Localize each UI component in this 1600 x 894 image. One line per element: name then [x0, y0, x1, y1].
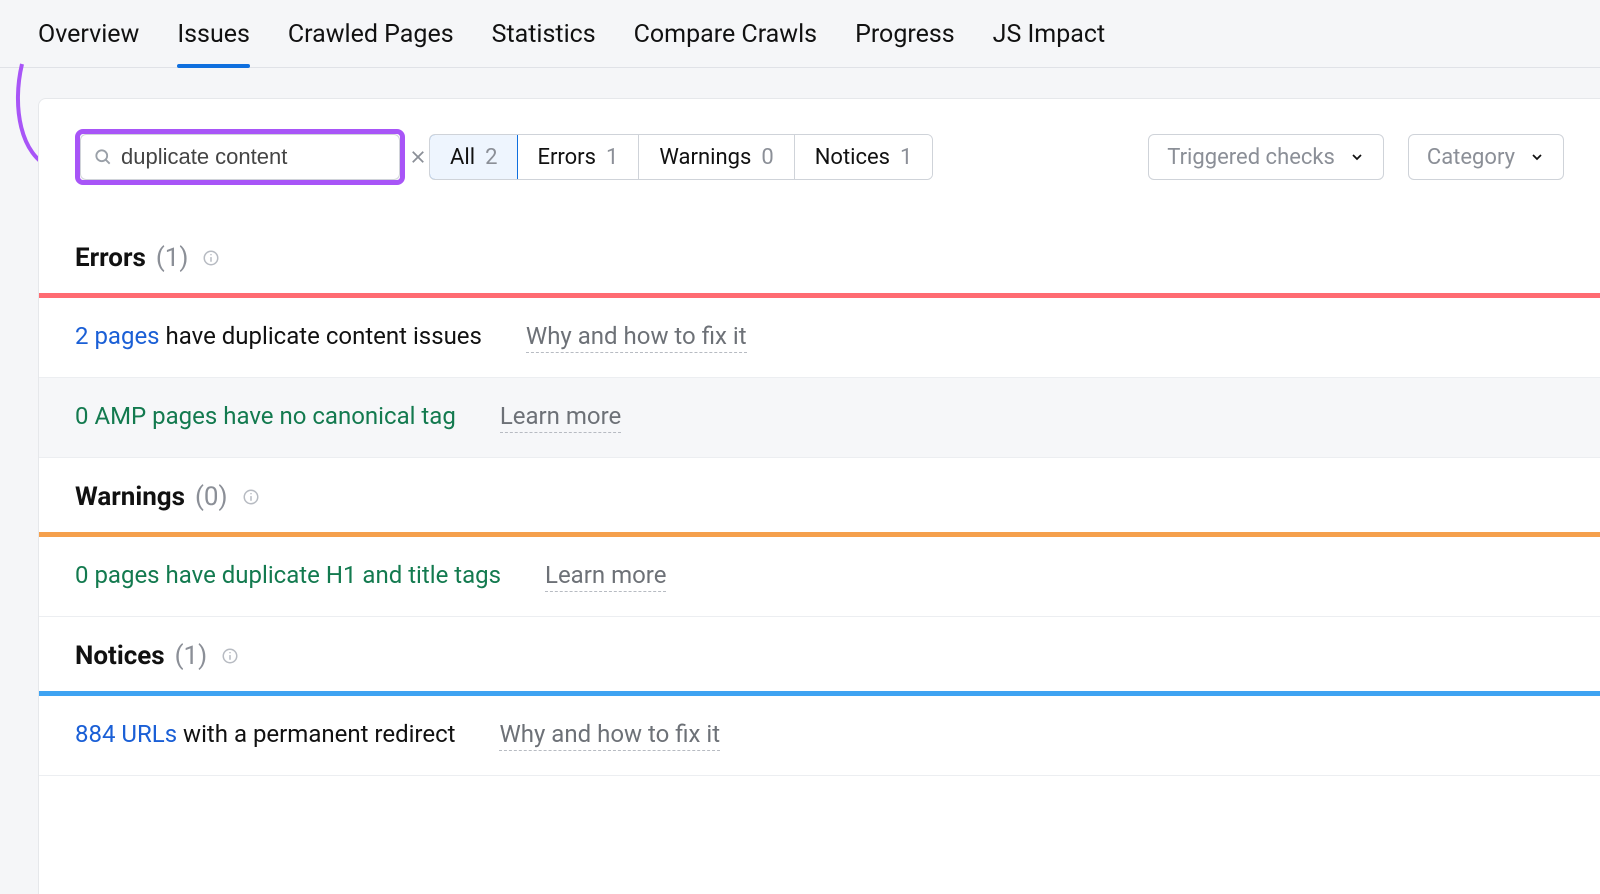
info-icon[interactable] [242, 488, 260, 506]
tab-statistics[interactable]: Statistics [492, 20, 596, 67]
section-title: Notices [75, 641, 165, 671]
issue-text: 2 pages have duplicate content issues [75, 322, 482, 350]
help-link[interactable]: Why and how to fix it [526, 322, 747, 353]
issue-text: 0 AMP pages have no canonical tag [75, 402, 456, 430]
dropdown-label: Category [1427, 145, 1515, 170]
issue-text: 0 pages have duplicate H1 and title tags [75, 561, 501, 589]
issue-row: 884 URLs with a permanent redirect Why a… [39, 696, 1600, 776]
dropdown-triggered-checks[interactable]: Triggered checks [1148, 134, 1384, 180]
tab-overview[interactable]: Overview [38, 20, 139, 67]
help-link[interactable]: Learn more [545, 561, 666, 592]
filter-count: 1 [606, 145, 618, 170]
issue-row: 0 AMP pages have no canonical tag Learn … [39, 378, 1600, 458]
issue-row: 2 pages have duplicate content issues Wh… [39, 298, 1600, 378]
filter-label: Errors [537, 145, 596, 170]
filter-label: All [450, 145, 475, 170]
issue-link: 0 pages have duplicate H1 and title tags [75, 561, 501, 589]
filter-errors[interactable]: Errors 1 [517, 135, 639, 179]
filter-pills: All 2 Errors 1 Warnings 0 Notices 1 [429, 134, 933, 180]
section-title: Errors [75, 243, 146, 273]
filter-notices[interactable]: Notices 1 [795, 135, 933, 179]
issues-panel: All 2 Errors 1 Warnings 0 Notices 1 [38, 98, 1600, 894]
section-header-errors: Errors (1) [39, 219, 1600, 293]
search-input[interactable] [121, 144, 409, 170]
issue-rest: have duplicate content issues [160, 322, 482, 350]
section-header-warnings: Warnings (0) [39, 458, 1600, 532]
search-box[interactable] [80, 134, 400, 180]
chevron-down-icon [1529, 149, 1545, 165]
section-count: (1) [156, 243, 189, 273]
issue-text: 884 URLs with a permanent redirect [75, 720, 455, 748]
filter-count: 0 [761, 145, 773, 170]
section-count: (1) [175, 641, 208, 671]
search-highlight [75, 129, 405, 185]
help-link[interactable]: Learn more [500, 402, 621, 433]
filter-count: 2 [485, 145, 497, 170]
section-header-notices: Notices (1) [39, 617, 1600, 691]
info-icon[interactable] [221, 647, 239, 665]
issue-link[interactable]: 2 pages [75, 322, 160, 350]
issue-link[interactable]: 884 URLs [75, 720, 177, 748]
section-title: Warnings [75, 482, 185, 512]
filter-warnings[interactable]: Warnings 0 [639, 135, 794, 179]
tab-crawled-pages[interactable]: Crawled Pages [288, 20, 454, 67]
issue-row: 0 pages have duplicate H1 and title tags… [39, 537, 1600, 617]
chevron-down-icon [1349, 149, 1365, 165]
main-tabs: Overview Issues Crawled Pages Statistics… [0, 0, 1600, 68]
tab-progress[interactable]: Progress [855, 20, 955, 67]
dropdown-label: Triggered checks [1167, 145, 1335, 170]
toolbar: All 2 Errors 1 Warnings 0 Notices 1 [39, 99, 1600, 219]
filter-label: Warnings [659, 145, 751, 170]
tab-js-impact[interactable]: JS Impact [993, 20, 1105, 67]
filter-all[interactable]: All 2 [429, 134, 518, 180]
issue-link: 0 AMP pages have no canonical tag [75, 402, 456, 430]
search-icon [93, 147, 113, 167]
issue-rest: with a permanent redirect [177, 720, 455, 748]
section-count: (0) [195, 482, 228, 512]
filter-count: 1 [900, 145, 912, 170]
info-icon[interactable] [202, 249, 220, 267]
tab-issues[interactable]: Issues [177, 20, 250, 67]
filter-label: Notices [815, 145, 890, 170]
dropdown-category[interactable]: Category [1408, 134, 1564, 180]
tab-compare-crawls[interactable]: Compare Crawls [634, 20, 817, 67]
help-link[interactable]: Why and how to fix it [499, 720, 720, 751]
clear-icon[interactable] [409, 148, 427, 166]
